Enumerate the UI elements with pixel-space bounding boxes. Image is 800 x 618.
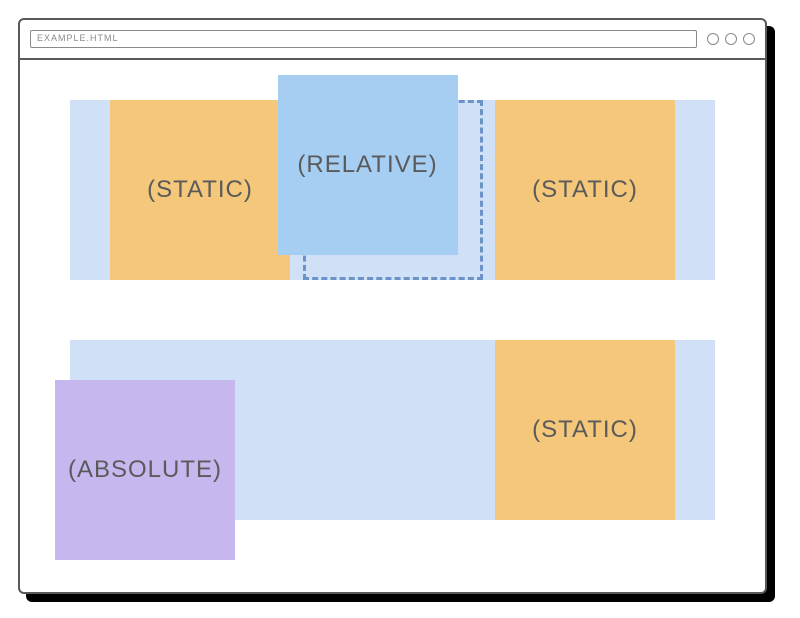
empty-slot-center [303,340,483,520]
window-control-dot[interactable] [743,33,755,45]
static-box-right: (STATIC) [495,100,675,280]
window-controls [707,33,755,45]
static-box-right-2: (STATIC) [495,340,675,520]
relative-original-position: (RELATIVE) [303,100,483,280]
static-box-left: (STATIC) [110,100,290,280]
absolute-box: (ABSOLUTE) [55,380,235,560]
relative-box: (RELATIVE) [278,75,458,255]
browser-viewport: (STATIC) (RELATIVE) (STATIC) (STATIC) (A… [20,60,765,592]
row-2-container: (STATIC) (ABSOLUTE) [70,340,715,520]
row-1-container: (STATIC) (RELATIVE) (STATIC) [70,100,715,280]
diagram-stage: EXAMPLE.HTML (STATIC) (RELATIVE) (STATIC… [0,0,800,618]
browser-chrome: EXAMPLE.HTML [20,20,765,60]
window-control-dot[interactable] [725,33,737,45]
window-control-dot[interactable] [707,33,719,45]
address-bar[interactable]: EXAMPLE.HTML [30,30,697,48]
browser-window: EXAMPLE.HTML (STATIC) (RELATIVE) (STATIC… [18,18,767,594]
